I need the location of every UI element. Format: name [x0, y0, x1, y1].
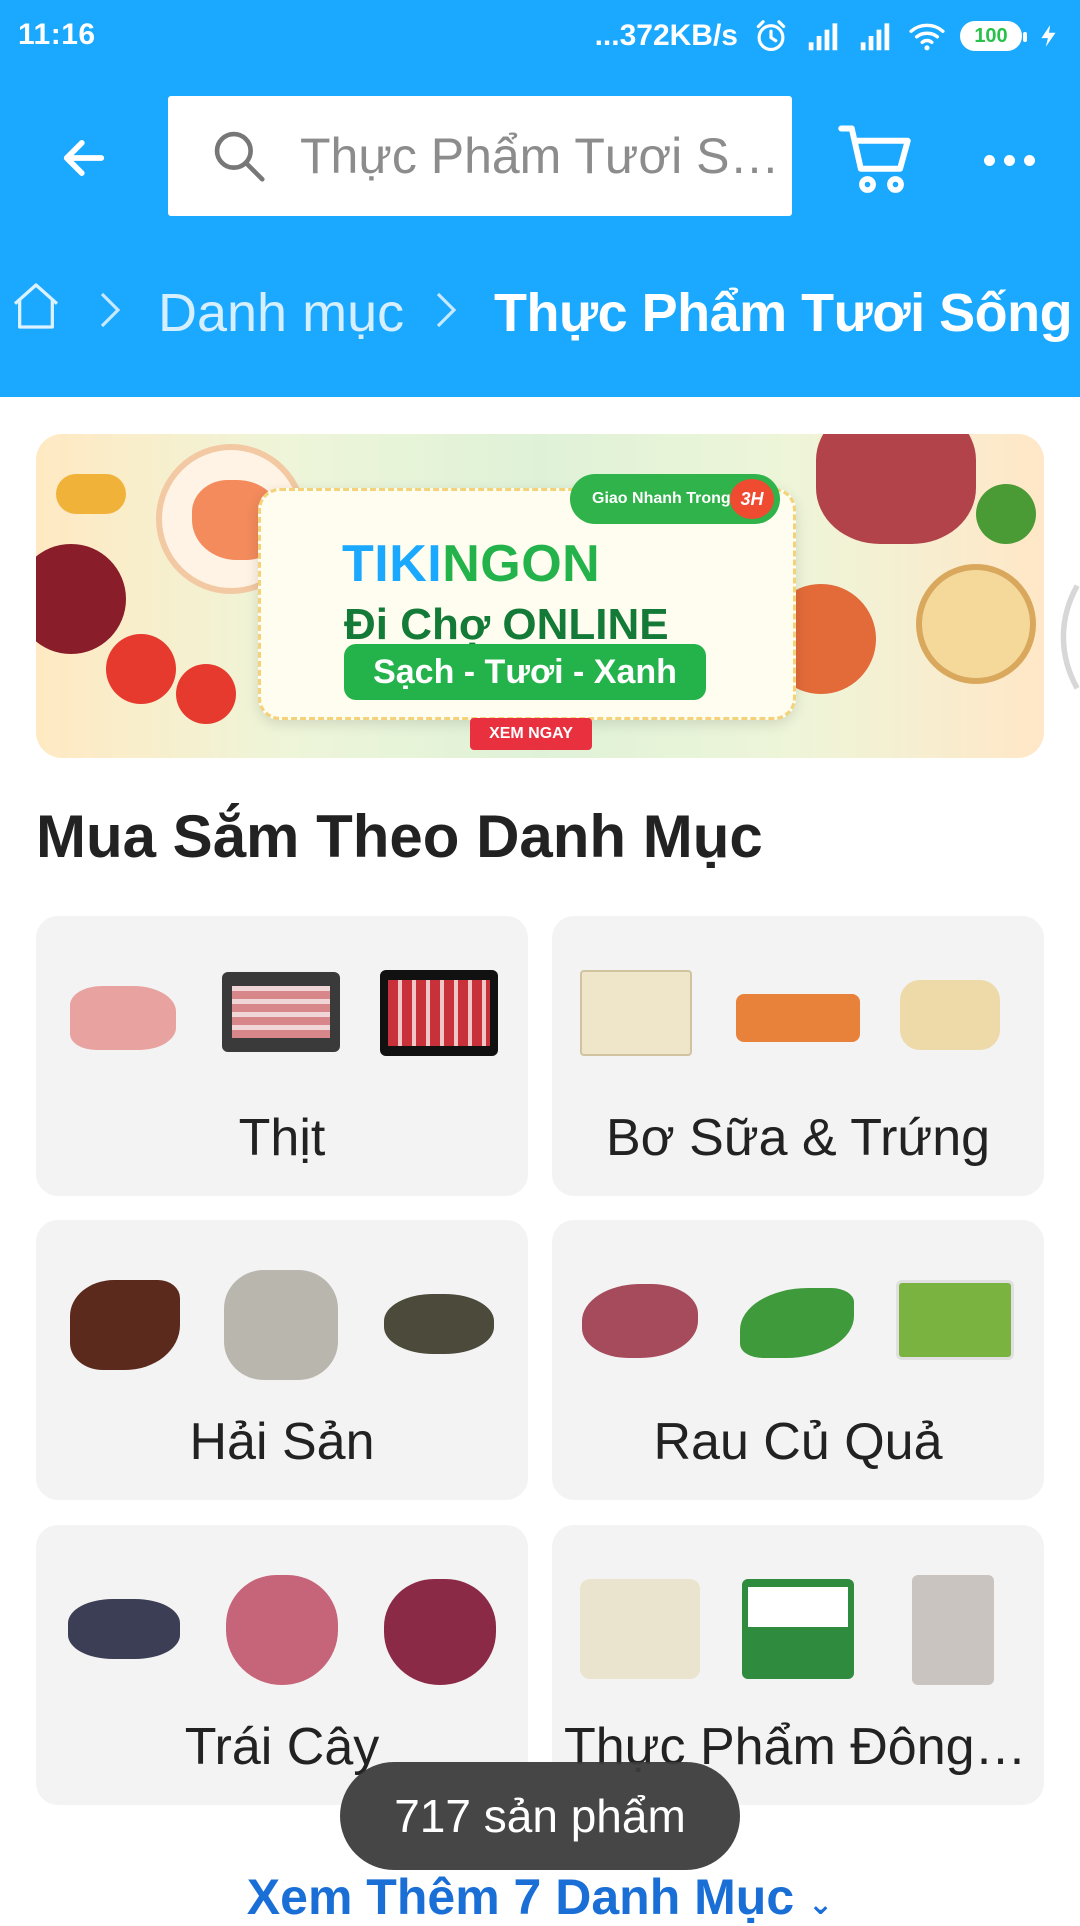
search-box[interactable] [168, 96, 792, 216]
category-thumbnails [570, 966, 1026, 1086]
banner-tagline: Đi Chợ ONLINE [344, 600, 669, 649]
chevron-right-icon [100, 292, 121, 328]
signal-icon [860, 23, 890, 51]
red-grapes-image [226, 1575, 338, 1685]
search-input[interactable] [300, 127, 780, 185]
limes-pack-image [896, 1280, 1014, 1360]
signal-icon [808, 23, 838, 51]
bacon-pack-image [222, 972, 340, 1052]
wifi-icon [909, 23, 945, 51]
category-tile-thit[interactable]: Thịt [36, 916, 528, 1196]
top-app-bar: 11:16 ...372KB/s 100 Thực Phẩm Tươi Sống… [0, 0, 1080, 397]
beef-slices-image [380, 970, 498, 1056]
category-label: Rau Củ Quả [653, 1413, 943, 1471]
see-more-categories-link[interactable]: Xem Thêm 7 Danh Mục ⌄ [0, 1868, 1080, 1926]
more-dots-icon [983, 154, 995, 166]
banner-cta-button[interactable]: XEM NGAY [470, 718, 592, 750]
egg-carton-image [580, 970, 692, 1056]
tomato-image [176, 664, 236, 724]
category-label: Bơ Sữa & Trứng [605, 1109, 991, 1167]
logo-tiki: TIKI [342, 535, 443, 593]
chevron-right-icon [436, 292, 457, 328]
see-more-label: Xem Thêm 7 Danh Mục [246, 1869, 795, 1925]
omega-eggs-image [900, 980, 1000, 1050]
alarm-icon [756, 20, 786, 52]
category-thumbnails [570, 1575, 1026, 1695]
oysters-image [224, 1270, 338, 1380]
category-thumbnails [54, 1270, 510, 1390]
arrow-left-icon [63, 140, 105, 176]
category-label: Hải Sản [189, 1413, 375, 1471]
home-icon[interactable] [8, 278, 64, 334]
abalone-image [384, 1294, 494, 1354]
breadcrumb-item-danh-muc[interactable]: Danh mục [158, 282, 404, 344]
logo-ngon: NGON [442, 535, 601, 593]
category-tile-rau-cu-qua[interactable]: Rau Củ Quả [552, 1220, 1044, 1500]
frozen-bread-image [580, 1579, 700, 1679]
network-speed: ...372KB/s [594, 19, 738, 52]
category-tile-hai-san[interactable]: Hải Sản [36, 1220, 528, 1500]
express-label: Giao Nhanh Trong [592, 490, 731, 507]
sweet-potato-image [582, 1284, 698, 1358]
carousel-edge-indicator [1060, 584, 1080, 690]
category-thumbnails [570, 1270, 1026, 1390]
beef-image [816, 434, 976, 544]
battery-icon: 100 [960, 21, 1027, 51]
back-button[interactable] [52, 126, 116, 190]
frozen-fish-image [912, 1575, 994, 1685]
banner-subtitle: Sạch - Tươi - Xanh [344, 644, 706, 700]
pork-image [70, 986, 176, 1050]
cherries-image [36, 544, 126, 654]
purple-grapes-image [384, 1579, 496, 1685]
blueberries-image [68, 1599, 180, 1659]
lobster-image [70, 1280, 180, 1370]
tikingon-logo: TIKINGON [342, 534, 600, 594]
express-hours: 3H [730, 479, 774, 519]
battery-level: 100 [974, 24, 1008, 47]
status-time: 11:16 [18, 18, 96, 51]
status-icons: ...372KB/s 100 [595, 14, 1062, 58]
category-thumbnails [54, 966, 510, 1086]
express-badge: Giao Nhanh Trong 3H [570, 474, 780, 524]
tomato-image [106, 634, 176, 704]
herbs-image [976, 484, 1036, 544]
greens-image [740, 1288, 854, 1358]
egg-pack-image [736, 994, 860, 1042]
category-label: Thịt [238, 1109, 326, 1167]
more-options-button[interactable] [976, 130, 1042, 190]
product-count-toast: 717 sản phẩm [340, 1762, 740, 1870]
breadcrumb: Danh mục Thực Phẩm Tươi Sống [0, 268, 1080, 358]
category-tile-bo-sua-trung[interactable]: Bơ Sữa & Trứng [552, 916, 1044, 1196]
charging-icon [1041, 25, 1056, 47]
chevron-down-icon: ⌄ [808, 1888, 834, 1921]
section-title: Mua Sắm Theo Danh Mục [36, 803, 763, 870]
breadcrumb-item-current: Thực Phẩm Tươi Sống [494, 283, 1073, 343]
eggs-image [916, 564, 1036, 684]
edamame-image [742, 1579, 854, 1679]
search-icon [214, 131, 265, 182]
category-thumbnails [54, 1575, 510, 1695]
promo-banner[interactable]: Giao Nhanh Trong 3H TIKINGON Đi Chợ ONLI… [36, 434, 1044, 758]
status-bar: 11:16 ...372KB/s 100 [0, 0, 1080, 72]
spices-image [56, 474, 126, 514]
cart-icon[interactable] [836, 118, 920, 202]
